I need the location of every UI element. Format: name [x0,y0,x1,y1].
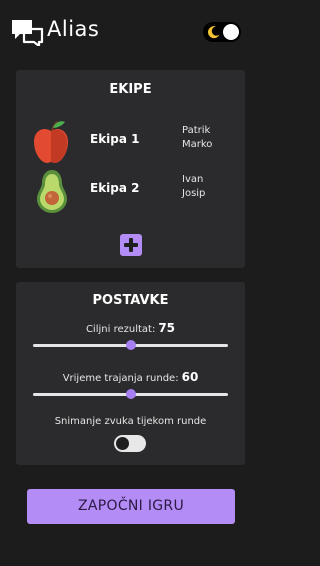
team-members: Patrik Marko [182,124,212,152]
target-score-value: 75 [158,321,176,335]
target-score-label: Ciljni rezultat: 75 [16,321,245,335]
avocado-icon [37,170,67,213]
round-duration-label: Vrijeme trajanja runde: 60 [16,370,245,384]
chat-bubbles-icon [12,20,44,46]
team-row[interactable]: Ekipa 2 Ivan Josip [16,168,245,214]
team-member: Marko [182,139,213,150]
apple-icon [34,121,68,163]
round-duration-text: Vrijeme trajanja runde: [62,373,179,384]
teams-title: EKIPE [109,82,152,97]
add-team-button[interactable] [120,234,142,256]
start-game-button[interactable]: ZAPOČNI IGRU [27,489,235,524]
target-score-slider[interactable] [33,340,228,350]
round-duration-slider[interactable] [33,389,228,399]
settings-title: POSTAVKE [92,293,169,308]
sound-recording-toggle[interactable] [114,435,146,452]
theme-toggle-knob [223,24,239,40]
round-duration-value: 60 [181,370,199,384]
settings-panel: POSTAVKE Ciljni rezultat: 75 Vrijeme traj… [16,282,245,465]
team-row[interactable]: Ekipa 1 Patrik Marko [16,119,245,165]
team-name: Ekipa 2 [90,181,140,195]
theme-toggle[interactable] [203,22,241,42]
target-score-text: Ciljni rezultat: [85,324,156,335]
team-member: Ivan [182,174,204,185]
team-member: Patrik [182,125,211,136]
team-member: Josip [182,188,206,199]
moon-icon [207,26,220,39]
slider-thumb[interactable] [125,340,136,350]
team-members: Ivan Josip [182,173,205,201]
team-name: Ekipa 1 [90,132,140,146]
app-header: Alias [0,0,262,66]
toggle-knob [116,437,129,450]
teams-panel: EKIPE Ekipa 1 Patrik Marko Ekipa 2 Ivan … [16,70,245,268]
app-title: Alias [47,17,100,41]
slider-thumb[interactable] [125,389,136,399]
sound-recording-label: Snimanje zvuka tijekom runde [54,416,207,427]
plus-icon [124,238,138,252]
